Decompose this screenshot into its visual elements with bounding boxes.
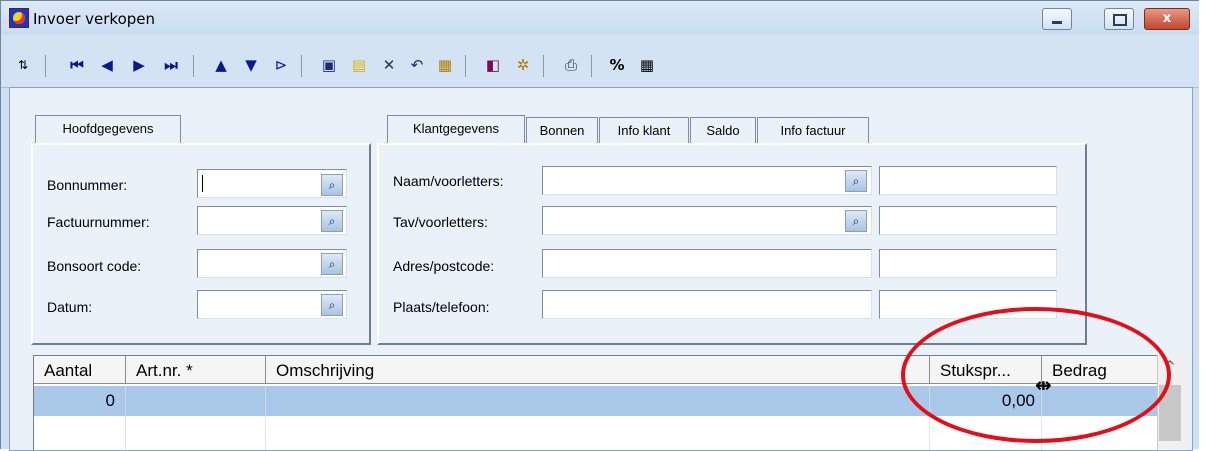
cell-omschrijving[interactable] <box>266 386 930 416</box>
sort-icon[interactable]: ⇅ <box>13 55 33 75</box>
new-icon[interactable]: ▤ <box>349 55 369 75</box>
minimize-icon <box>1052 21 1062 24</box>
search-icon: ⌕ <box>328 257 336 271</box>
empty-cell[interactable] <box>34 416 126 450</box>
toolbar-separator <box>543 55 544 77</box>
print-icon[interactable]: ⎙ <box>561 55 581 75</box>
maximize-button[interactable] <box>1104 8 1134 30</box>
plaats-label: Plaats/telefoon: <box>393 299 490 315</box>
prev-record-icon[interactable]: ◀ <box>97 55 117 75</box>
percent-icon[interactable]: % <box>607 55 627 75</box>
cell-aantal[interactable]: 0 <box>34 386 126 416</box>
undo-icon[interactable]: ↶ <box>407 55 427 75</box>
toolbar-separator <box>45 55 46 77</box>
bonsoort-code-lookup-button[interactable]: ⌕ <box>321 253 343 275</box>
maximize-icon <box>1113 14 1127 26</box>
down-icon[interactable]: ▼ <box>241 55 261 75</box>
last-record-icon[interactable]: ⏭ <box>161 55 181 75</box>
search-icon: ⌕ <box>328 298 336 312</box>
factuurnummer-label: Factuurnummer: <box>47 214 150 230</box>
tab-bonnen[interactable]: Bonnen <box>526 117 598 145</box>
window-title: Invoer verkopen <box>33 10 156 28</box>
next-record-icon[interactable]: ▶ <box>129 55 149 75</box>
toolbar-separator <box>465 55 466 77</box>
report-icon[interactable]: ◧ <box>483 55 503 75</box>
delete-icon[interactable]: ✕ <box>379 55 399 75</box>
minimize-button[interactable] <box>1042 8 1072 30</box>
cell-artnr[interactable] <box>126 386 266 416</box>
app-icon <box>9 8 29 28</box>
tab-hoofdgegevens[interactable]: Hoofdgegevens <box>35 115 181 143</box>
plaats-field[interactable] <box>542 290 872 319</box>
filter-icon[interactable]: ⊳ <box>271 55 291 75</box>
adres-field[interactable] <box>542 249 872 278</box>
search-icon: ⌕ <box>328 214 336 228</box>
search-icon: ⌕ <box>852 214 860 228</box>
bonsoort-code-label: Bonsoort code: <box>47 258 142 274</box>
tab-saldo[interactable]: Saldo <box>690 117 756 145</box>
adres-label: Adres/postcode: <box>393 258 495 274</box>
close-button[interactable]: x <box>1144 8 1190 30</box>
text-caret <box>202 175 203 192</box>
toolbar-separator <box>193 55 194 77</box>
naam-label: Naam/voorletters: <box>393 173 504 189</box>
first-record-icon[interactable]: ⏮ <box>67 55 87 75</box>
app-window: Invoer verkopen x ⇅ ⏮ ◀ ▶ ⏭ ▲ ▼ ⊳ ▣ ▤ ✕ … <box>0 0 1199 451</box>
search-icon: ⌕ <box>852 174 860 188</box>
tav-label: Tav/voorletters: <box>393 214 488 230</box>
save-icon[interactable]: ▣ <box>319 55 339 75</box>
column-header-aantal[interactable]: Aantal <box>34 356 126 384</box>
toolbar-separator <box>301 55 302 77</box>
title-bar: Invoer verkopen x <box>1 1 1199 35</box>
factuurnummer-lookup-button[interactable]: ⌕ <box>321 210 343 232</box>
tab-klantgegevens[interactable]: Klantgegevens <box>387 115 525 145</box>
up-icon[interactable]: ▲ <box>211 55 231 75</box>
copy-icon[interactable]: ▦ <box>435 55 455 75</box>
column-header-omschrijving[interactable]: Omschrijving <box>266 356 930 384</box>
tav-field[interactable] <box>542 206 872 235</box>
naam-field[interactable] <box>542 166 872 195</box>
naam-extra-field[interactable] <box>879 166 1057 195</box>
empty-cell[interactable] <box>266 416 930 450</box>
toolbar: ⇅ ⏮ ◀ ▶ ⏭ ▲ ▼ ⊳ ▣ ▤ ✕ ↶ ▦ ◧ ✲ ⎙ % ▦ <box>1 35 1199 88</box>
close-icon: x <box>1162 11 1172 26</box>
empty-cell[interactable] <box>126 416 266 450</box>
postcode-field[interactable] <box>879 249 1057 278</box>
settings-icon[interactable]: ✲ <box>513 55 533 75</box>
annotation-ellipse <box>901 307 1171 443</box>
toolbar-separator <box>591 55 592 77</box>
column-header-artnr[interactable]: Art.nr. * <box>126 356 266 384</box>
datum-label: Datum: <box>47 299 93 315</box>
datum-lookup-button[interactable]: ⌕ <box>321 294 343 316</box>
calculator-icon[interactable]: ▦ <box>637 55 657 75</box>
search-icon: ⌕ <box>328 178 336 192</box>
naam-lookup-button[interactable]: ⌕ <box>845 170 867 192</box>
bonnummer-lookup-button[interactable]: ⌕ <box>321 174 343 196</box>
tav-extra-field[interactable] <box>879 206 1057 235</box>
bonnummer-label: Bonnummer: <box>47 177 128 193</box>
tav-lookup-button[interactable]: ⌕ <box>845 210 867 232</box>
tab-info-factuur[interactable]: Info factuur <box>757 117 869 145</box>
tab-info-klant[interactable]: Info klant <box>599 117 689 145</box>
